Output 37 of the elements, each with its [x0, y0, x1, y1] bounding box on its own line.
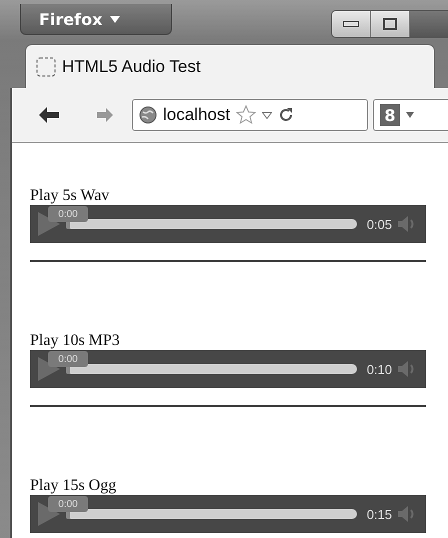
play-icon[interactable]	[38, 357, 60, 381]
minimize-button[interactable]	[332, 11, 371, 37]
play-icon[interactable]	[38, 502, 60, 526]
audio-player[interactable]: 0:15 0:00	[30, 495, 426, 533]
audio-label: Play 15s Ogg	[30, 477, 116, 495]
progress-track[interactable]	[66, 509, 357, 519]
progress-track[interactable]	[66, 364, 357, 374]
time-tooltip: 0:00	[48, 206, 88, 222]
firefox-menu-button[interactable]: Firefox	[20, 4, 172, 35]
duration-text: 0:15	[366, 506, 392, 522]
minimize-icon	[343, 21, 359, 27]
search-field[interactable]: 8	[373, 99, 448, 131]
address-text: localhost	[163, 105, 230, 125]
play-icon[interactable]	[38, 212, 60, 236]
duration-text: 0:05	[366, 216, 392, 232]
progress-track[interactable]	[66, 219, 357, 229]
browser-tab[interactable]: HTML5 Audio Test	[25, 44, 435, 88]
back-icon[interactable]	[39, 107, 59, 123]
maximize-icon	[383, 18, 397, 30]
audio-label: Play 10s MP3	[30, 332, 120, 350]
address-bar[interactable]: localhost	[132, 99, 368, 131]
maximize-button[interactable]	[371, 11, 410, 37]
audio-label: Play 5s Wav	[30, 187, 110, 205]
duration-text: 0:10	[366, 362, 392, 376]
globe-icon	[139, 106, 157, 124]
star-icon[interactable]	[236, 105, 256, 125]
forward-icon[interactable]	[97, 108, 113, 122]
time-tooltip: 0:00	[48, 496, 88, 512]
dropdown-icon[interactable]	[406, 112, 414, 118]
search-engine-icon[interactable]: 8	[380, 104, 400, 126]
reload-icon[interactable]	[278, 107, 294, 123]
time-tooltip: 0:00	[48, 351, 88, 367]
page-icon	[36, 56, 56, 76]
audio-player[interactable]: 0:10 0:00	[30, 350, 426, 388]
dropdown-icon[interactable]	[262, 112, 272, 118]
audio-player[interactable]: 0:05 0:00	[30, 205, 426, 243]
caret-icon	[110, 16, 120, 22]
